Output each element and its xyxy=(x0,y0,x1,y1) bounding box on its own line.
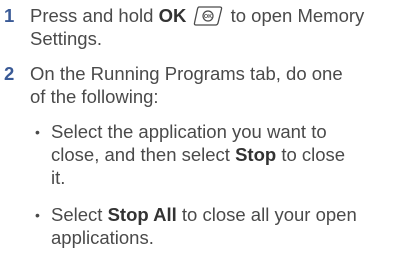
bullet-1-line-1: Select the application you want to xyxy=(51,121,327,142)
bullet-1-line-3: it. xyxy=(51,167,66,188)
step-1-line-2: Settings. xyxy=(30,28,102,49)
bullet-2-line-1: Select Stop All to close all your open xyxy=(51,204,357,226)
bullet-2: • xyxy=(35,207,40,223)
step-number-2: 2 xyxy=(4,63,15,84)
step-1-text-b: to open Memory xyxy=(225,5,365,26)
stop-all-label: Stop All xyxy=(107,204,177,225)
bullet-2-line-2: applications. xyxy=(51,227,154,248)
ok-key-label: OK xyxy=(158,5,187,26)
step-1-line-1: Press and hold OK OK to open Memory xyxy=(30,5,364,27)
bullet-1-text-a: close, and then select xyxy=(51,144,236,165)
bullet-1: • xyxy=(35,124,40,140)
svg-text:OK: OK xyxy=(204,14,212,20)
bullet-2-text-b: to close all your open xyxy=(176,204,357,225)
ok-button-icon: OK xyxy=(193,6,223,26)
stop-label: Stop xyxy=(235,144,277,165)
bullet-1-line-2: close, and then select Stop to close xyxy=(51,144,345,166)
bullet-2-text-a: Select xyxy=(51,204,108,225)
step-1-text-a: Press and hold xyxy=(30,5,159,26)
bullet-1-text-b: to close xyxy=(276,144,346,165)
step-2-line-1: On the Running Programs tab, do one xyxy=(30,63,343,84)
step-number-1: 1 xyxy=(4,5,15,26)
step-2-line-2: of the following: xyxy=(30,86,159,107)
